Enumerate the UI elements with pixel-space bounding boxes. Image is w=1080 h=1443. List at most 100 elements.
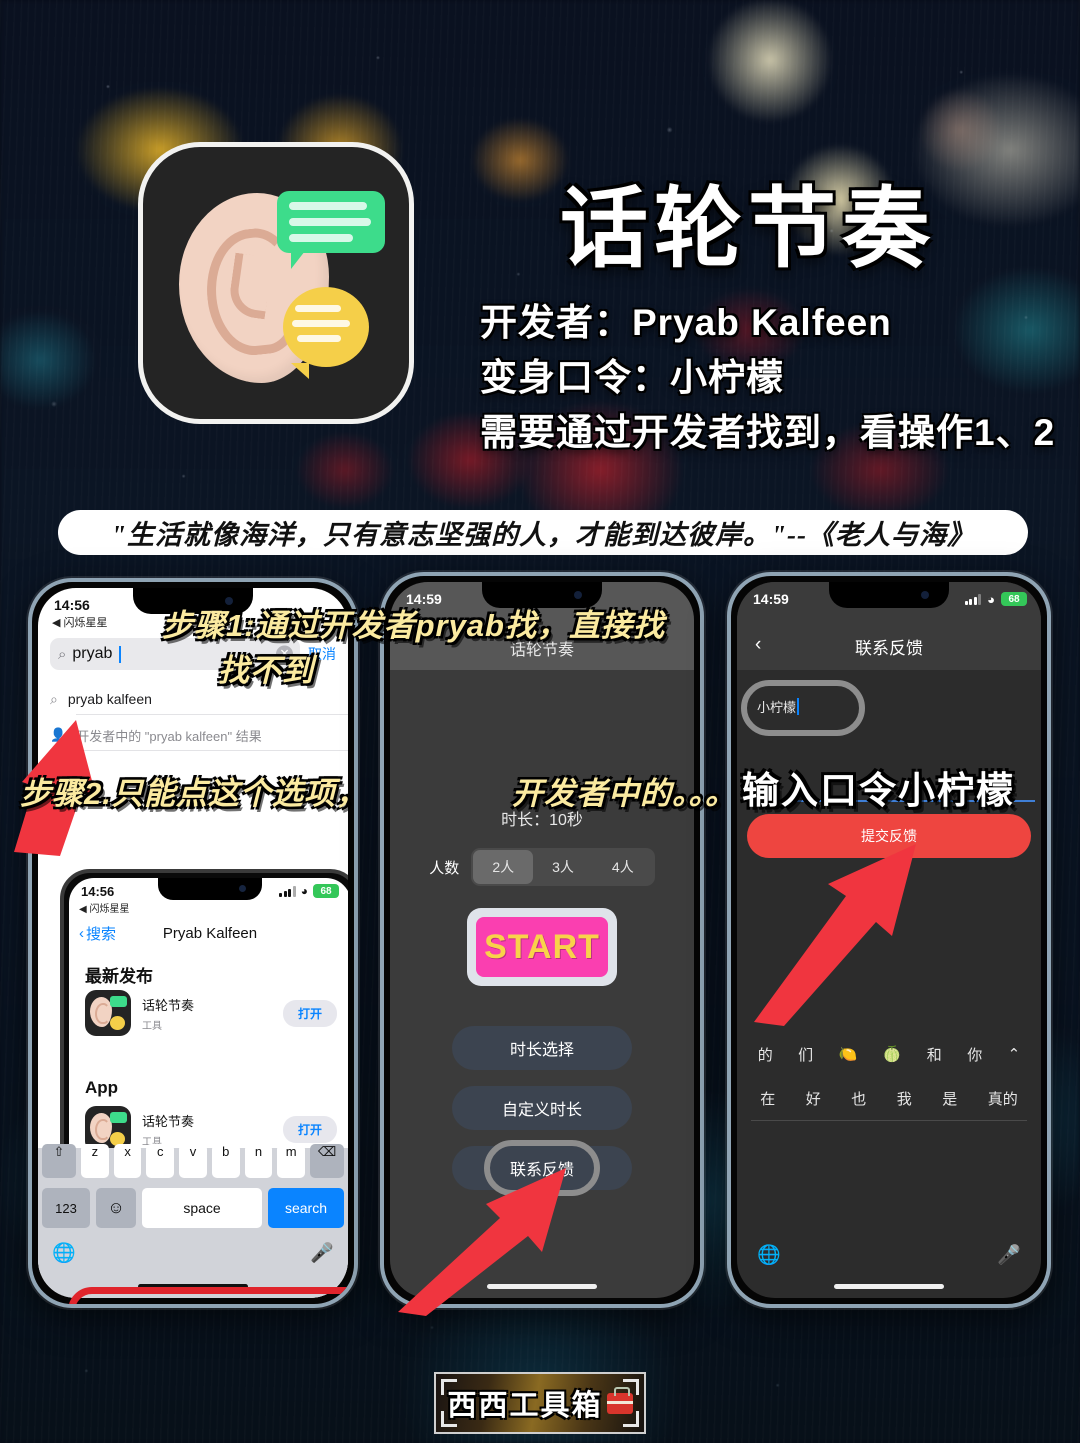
shift-key[interactable]: ⇧ [42,1144,76,1178]
signal-icon [279,885,296,897]
developer-line: 开发者：Pryab Kalfeen [480,302,892,343]
arrow-to-contact-feedback [398,1168,566,1316]
candidate-wo[interactable]: 我 [897,1088,912,1109]
people-option-4[interactable]: 4人 [593,850,653,884]
yellow-speech-bubble-icon [283,287,369,379]
section-heading-latest: 最新发布 [85,967,153,986]
back-button[interactable]: ‹ [755,634,761,656]
globe-icon[interactable]: 🌐 [757,1243,781,1267]
people-count-label: 人数 [429,859,460,877]
signal-icon [964,593,982,605]
wifi-icon: ◕ [300,884,308,898]
nested-phone-statusbar: 14:56 ◕ 68 [69,880,348,902]
nested-back-label: 搜索 [86,925,117,943]
lemon-emoji-icon[interactable]: 🍋 [839,1045,858,1063]
duration-select-button[interactable]: 时长选择 [452,1026,632,1070]
list-item[interactable]: 话轮节奏 工具 打开 [85,990,337,1036]
divider [751,1120,1027,1121]
open-button[interactable]: 打开 [282,999,337,1027]
keyboard-row-utility: 🌐 🎤 [38,1236,348,1270]
quote-text: "生活就像海洋，只有意志坚强的人，才能到达彼岸。"--《老人与海》 [111,520,975,550]
annotation-step1-line1: 步骤1:通过开发者pryab找，直接找 [162,608,665,643]
arrow-to-submit-feedback [754,844,916,1026]
home-indicator [834,1284,944,1289]
phone1-time: 14:56 [54,597,90,613]
green-speech-bubble-icon [277,191,385,269]
candidate-zhende[interactable]: 真的 [988,1088,1018,1109]
people-option-2[interactable]: 2人 [473,850,534,884]
nested-phone-time: 14:56 [81,883,115,899]
candidate-shi[interactable]: 是 [942,1088,957,1109]
wifi-icon: ◕ [987,591,995,607]
key-x[interactable]: x [113,1144,142,1178]
people-option-3[interactable]: 3人 [533,850,593,884]
password-line: 变身口令：小柠檬 [480,357,784,398]
candidate-de[interactable]: 的 [758,1044,773,1065]
nested-navbar: ‹ 搜索 Pryab Kalfeen [69,918,348,948]
search-key[interactable]: search [268,1188,344,1228]
section-heading-app: App [85,1078,119,1097]
annotation-step1-line2: 找不到 [218,653,314,688]
keyboard: ⇧ z x c v b n m ⌫ 123 ☺ space search 🌐 🎤 [38,1144,348,1298]
phone1-back-to-app-label[interactable]: ◀ 闪烁星星 [52,614,108,630]
candidate-ye[interactable]: 也 [851,1088,866,1109]
mic-icon[interactable]: 🎤 [310,1241,334,1265]
battery-badge: 68 [313,884,339,898]
keyboard-candidates: 的 们 🍋 🍈 和 你 ⌃ 在 好 也 我 是 真的 [737,1032,1041,1122]
search-input-value: pryab [72,645,113,662]
phone3-navbar: ‹ 联系反馈 [737,634,1041,664]
highlight-oval-feedback-input [741,680,865,736]
mic-icon[interactable]: 🎤 [997,1243,1021,1267]
annotation-step2-continued: 开发者中的。。。 [512,776,737,811]
app-icon-small [85,990,131,1036]
globe-icon[interactable]: 🌐 [52,1241,76,1265]
open-button[interactable]: 打开 [282,1115,337,1143]
phone3-time: 14:59 [753,591,789,607]
app-name: 话轮节奏 [142,997,195,1013]
key-v[interactable]: v [179,1144,207,1178]
nested-back-to-app-label[interactable]: ◀ 闪烁星星 [79,900,129,915]
search-icon: ⌕ [58,645,67,663]
highlight-oval-developer-result [68,1287,354,1304]
key-z[interactable]: z [81,1144,109,1178]
phone1-screen: 14:56 ◀ 闪烁星星 ⌕ pryab ✕ 取消 ⌕ pryab kalfee… [38,588,348,1298]
candidate-men[interactable]: 们 [798,1044,813,1065]
key-c[interactable]: c [146,1144,175,1178]
candidate-hao[interactable]: 好 [806,1088,821,1109]
keyboard-row-space: 123 ☺ space search [38,1188,348,1228]
quote-banner: "生活就像海洋，只有意志坚强的人，才能到达彼岸。"--《老人与海》 [58,510,1028,555]
space-key[interactable]: space [142,1188,262,1228]
nested-back-button[interactable]: ‹ 搜索 [79,923,116,944]
emoji-key[interactable]: ☺ [96,1188,136,1228]
candidate-row-2: 在 好 也 我 是 真的 [737,1076,1041,1120]
key-b[interactable]: b [211,1144,240,1178]
poster-header: 话轮节奏 开发者：Pryab Kalfeen 变身口令：小柠檬 需要通过开发者找… [0,0,1080,500]
chevron-left-icon: ‹ [79,924,84,942]
start-button[interactable]: START [467,908,617,986]
battery-badge: 68 [1001,592,1027,606]
candidate-row-1: 的 们 🍋 🍈 和 你 ⌃ [737,1032,1041,1076]
candidate-zai[interactable]: 在 [760,1088,775,1109]
melon-emoji-icon[interactable]: 🍈 [883,1045,902,1063]
delete-key[interactable]: ⌫ [310,1144,345,1178]
chevron-up-icon[interactable]: ⌃ [1008,1045,1021,1063]
numbers-key[interactable]: 123 [42,1188,90,1228]
watermark-banner: 西西工具箱 [434,1372,646,1434]
app-category: 工具 [142,1020,162,1032]
toolbox-icon [606,1386,633,1414]
hint-line: 需要通过开发者找到，看操作1、2 [480,412,1056,453]
phone3-notch [829,582,949,608]
keyboard-row-utility: 🌐 🎤 [737,1238,1041,1272]
annotation-step3: 输入口令小柠檬 [742,770,1015,811]
key-m[interactable]: m [277,1144,306,1178]
phone3-nav-title: 联系反馈 [855,639,923,658]
people-count-segmented-control[interactable]: 2人 3人 4人 [471,848,655,886]
people-count-row: 人数 2人 3人 4人 [390,848,694,886]
keyboard-row-bottom-letters: ⇧ z x c v b n m ⌫ [38,1144,348,1180]
candidate-he[interactable]: 和 [927,1044,942,1065]
custom-duration-button[interactable]: 自定义时长 [452,1086,632,1130]
page-title: 话轮节奏 [560,179,937,278]
key-n[interactable]: n [244,1144,273,1178]
start-button-label: START [484,927,600,966]
candidate-ni[interactable]: 你 [967,1044,982,1065]
